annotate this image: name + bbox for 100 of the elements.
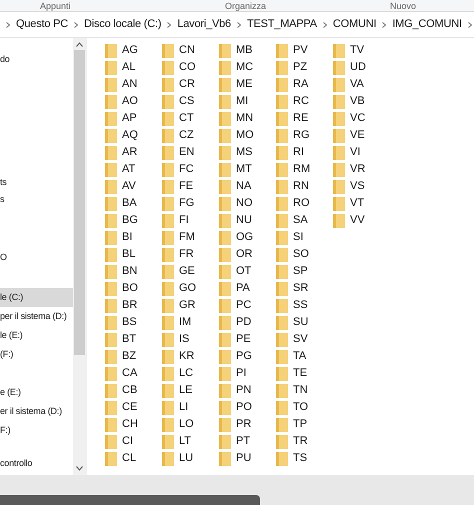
folder-item[interactable]: BI (105, 229, 162, 246)
nav-item[interactable]: per il sistema (D:) (0, 307, 74, 326)
folder-item[interactable]: TS (276, 450, 333, 467)
folder-item[interactable]: VA (333, 76, 390, 93)
folder-item[interactable]: CO (162, 59, 219, 76)
folder-item[interactable]: VT (333, 195, 390, 212)
folder-item[interactable]: FI (162, 212, 219, 229)
nav-item[interactable]: e (E:) (0, 383, 74, 402)
folder-item[interactable]: FG (162, 195, 219, 212)
folder-item[interactable]: PO (219, 399, 276, 416)
folder-item[interactable]: CI (105, 433, 162, 450)
folder-item[interactable]: MB (219, 42, 276, 59)
folder-item[interactable]: SV (276, 331, 333, 348)
folder-item[interactable]: AL (105, 59, 162, 76)
folder-item[interactable]: AO (105, 93, 162, 110)
folder-item[interactable]: RN (276, 178, 333, 195)
folder-item[interactable]: BZ (105, 348, 162, 365)
scroll-down-icon[interactable] (76, 466, 83, 471)
folder-item[interactable]: CH (105, 416, 162, 433)
folder-item[interactable]: RO (276, 195, 333, 212)
scroll-up-icon[interactable] (76, 42, 83, 47)
folder-item[interactable]: SA (276, 212, 333, 229)
folder-item[interactable]: RA (276, 76, 333, 93)
breadcrumb-item[interactable]: COMUNI (332, 16, 376, 33)
folder-item[interactable]: MO (219, 127, 276, 144)
nav-item[interactable]: O (0, 248, 74, 267)
folder-item[interactable]: AR (105, 144, 162, 161)
nav-item[interactable]: controllo (0, 454, 74, 473)
folder-item[interactable]: LU (162, 450, 219, 467)
folder-item[interactable]: AQ (105, 127, 162, 144)
folder-item[interactable]: CT (162, 110, 219, 127)
folder-item[interactable]: PC (219, 297, 276, 314)
folder-item[interactable]: VB (333, 93, 390, 110)
nav-item[interactable]: s (0, 190, 74, 209)
folder-item[interactable]: RI (276, 144, 333, 161)
folder-item[interactable]: GO (162, 280, 219, 297)
folder-item[interactable]: TA (276, 348, 333, 365)
folder-item[interactable]: TR (276, 433, 333, 450)
folder-item[interactable]: PI (219, 365, 276, 382)
folder-item[interactable]: NO (219, 195, 276, 212)
folder-item[interactable]: OG (219, 229, 276, 246)
folder-item[interactable]: AG (105, 42, 162, 59)
folder-item[interactable]: LI (162, 399, 219, 416)
folder-item[interactable]: TV (333, 42, 390, 59)
folder-item[interactable]: PU (219, 450, 276, 467)
folder-item[interactable]: FC (162, 161, 219, 178)
folder-item[interactable]: FM (162, 229, 219, 246)
folder-item[interactable]: TE (276, 365, 333, 382)
folder-item[interactable]: OR (219, 246, 276, 263)
folder-item[interactable]: LO (162, 416, 219, 433)
folder-item[interactable]: SR (276, 280, 333, 297)
folder-item[interactable]: BR (105, 297, 162, 314)
folder-item[interactable]: BG (105, 212, 162, 229)
folder-item[interactable]: EN (162, 144, 219, 161)
nav-item[interactable]: (F:) (0, 345, 74, 364)
folder-item[interactable]: TN (276, 382, 333, 399)
folder-item[interactable]: VS (333, 178, 390, 195)
folder-item[interactable]: VV (333, 212, 390, 229)
folder-item[interactable]: GE (162, 263, 219, 280)
folder-item[interactable]: NA (219, 178, 276, 195)
folder-item[interactable]: CZ (162, 127, 219, 144)
folder-item[interactable]: VR (333, 161, 390, 178)
folder-item[interactable]: CE (105, 399, 162, 416)
folder-item[interactable]: BA (105, 195, 162, 212)
folder-item[interactable]: SO (276, 246, 333, 263)
scroll-thumb[interactable] (74, 50, 85, 355)
folder-item[interactable]: TP (276, 416, 333, 433)
folder-item[interactable]: NU (219, 212, 276, 229)
folder-item[interactable]: PR (219, 416, 276, 433)
folder-item[interactable]: VI (333, 144, 390, 161)
folder-item[interactable]: MN (219, 110, 276, 127)
folder-item[interactable]: PV (276, 42, 333, 59)
folder-item[interactable]: CL (105, 450, 162, 467)
folder-item[interactable]: VC (333, 110, 390, 127)
breadcrumb-item[interactable]: IMG_COMUNI (392, 16, 462, 33)
nav-item[interactable]: do (0, 50, 74, 69)
folder-item[interactable]: PA (219, 280, 276, 297)
folder-item[interactable]: GR (162, 297, 219, 314)
folder-item[interactable]: SI (276, 229, 333, 246)
taskbar-window[interactable] (0, 495, 260, 505)
folder-item[interactable]: BL (105, 246, 162, 263)
folder-item[interactable]: MT (219, 161, 276, 178)
folder-item[interactable]: IS (162, 331, 219, 348)
nav-item[interactable]: ts (0, 173, 74, 192)
folder-item[interactable]: BN (105, 263, 162, 280)
folder-item[interactable]: FR (162, 246, 219, 263)
folder-item[interactable]: ME (219, 76, 276, 93)
folder-item[interactable]: OT (219, 263, 276, 280)
folder-item[interactable]: PE (219, 331, 276, 348)
scrollbar[interactable] (73, 38, 86, 475)
folder-item[interactable]: PG (219, 348, 276, 365)
nav-item[interactable]: le (E:) (0, 326, 74, 345)
breadcrumb-item[interactable]: TEST_MAPPA (246, 16, 317, 33)
breadcrumb-item[interactable]: Lavori_Vb6 (177, 16, 231, 33)
breadcrumb-item[interactable]: Questo PC (16, 16, 68, 33)
folder-item[interactable]: KR (162, 348, 219, 365)
folder-item[interactable]: AV (105, 178, 162, 195)
folder-item[interactable]: SP (276, 263, 333, 280)
folder-item[interactable]: SU (276, 314, 333, 331)
folder-item[interactable]: RE (276, 110, 333, 127)
